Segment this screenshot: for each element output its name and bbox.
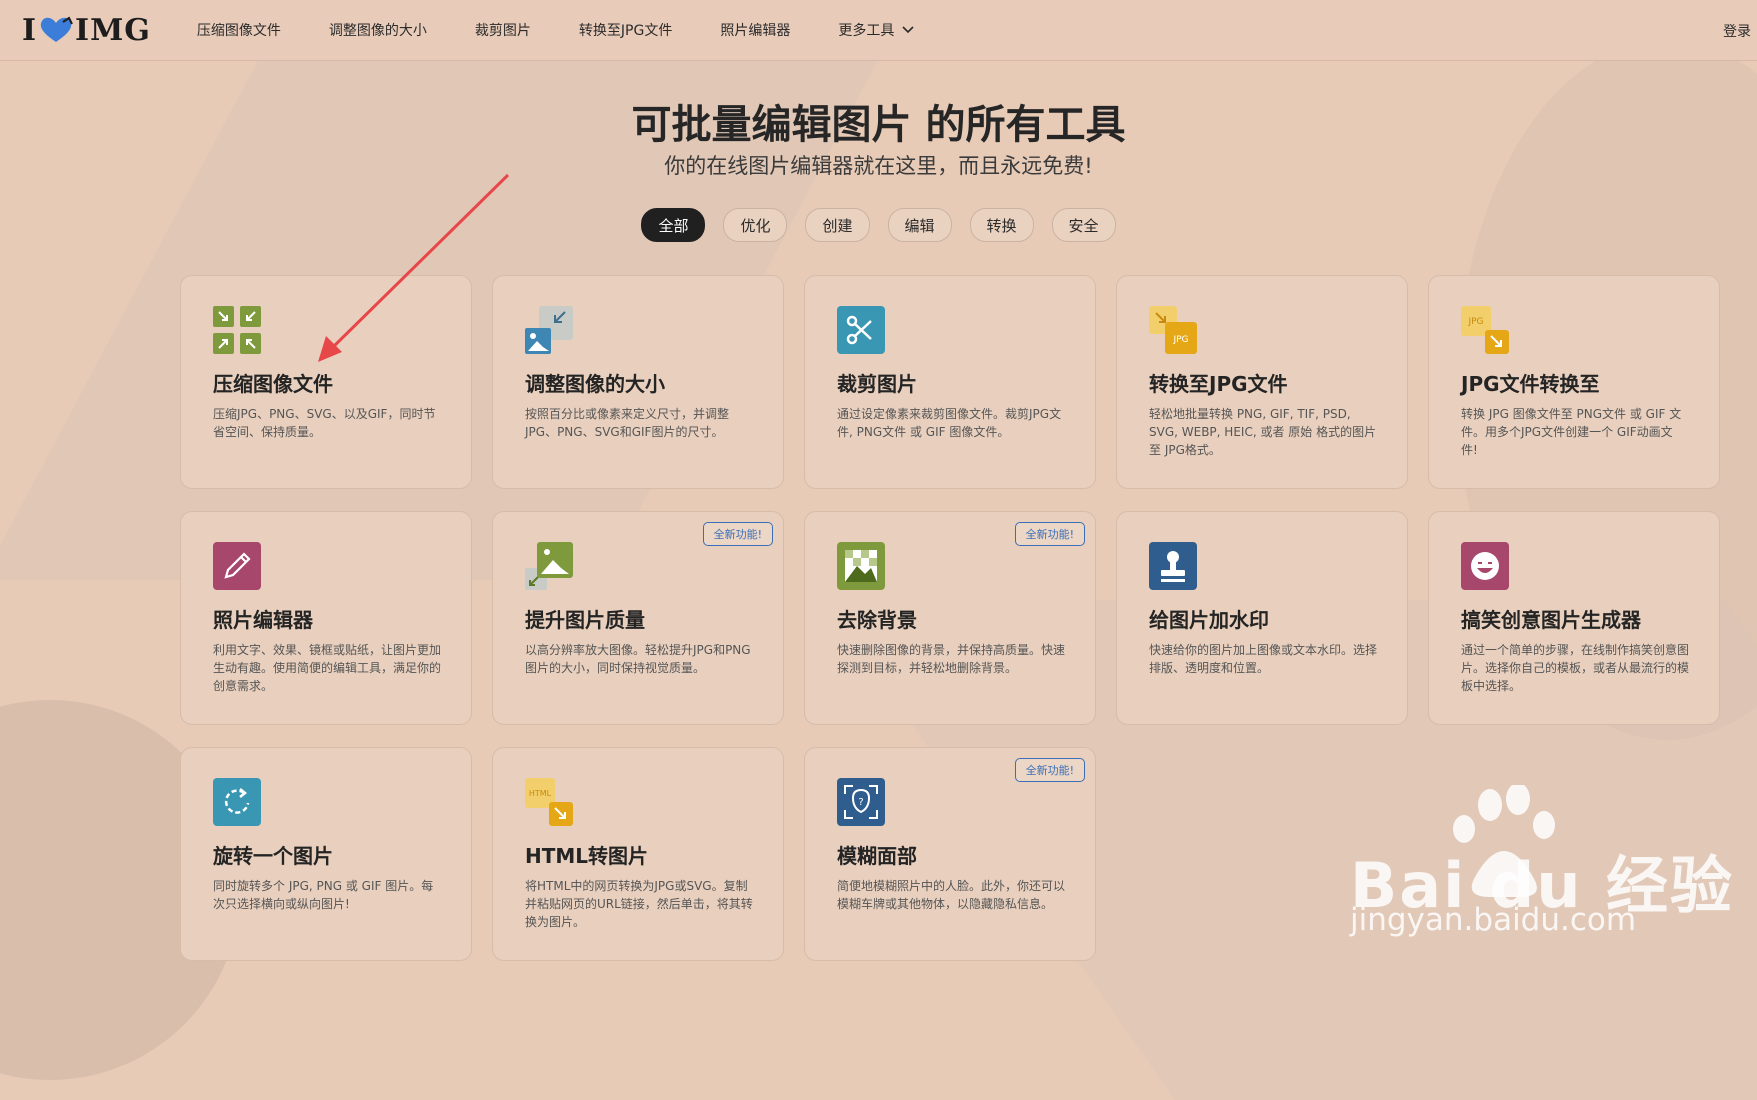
filter-convert[interactable]: 转换 [969, 208, 1034, 242]
tool-card-upscale[interactable]: 全新功能! 提升图片质量 以高分辨率放大图像。轻松提升JPG和PNG图片的大小，… [492, 511, 784, 725]
tool-title: 去除背景 [837, 608, 917, 632]
new-feature-badge: 全新功能! [1014, 758, 1085, 782]
upscale-icon [525, 542, 573, 590]
tool-card-html-to-image[interactable]: HTML HTML转图片 将HTML中的网页转换为JPG或SVG。复制并粘贴网页… [492, 747, 784, 961]
filter-create[interactable]: 创建 [805, 208, 870, 242]
tool-title: 给图片加水印 [1149, 608, 1269, 632]
filter-security[interactable]: 安全 [1051, 208, 1116, 242]
svg-text:?: ? [858, 797, 863, 808]
tool-description: 按照百分比或像素来定义尺寸，并调整JPG、PNG、SVG和GIF图片的尺寸。 [525, 407, 730, 439]
rotate-icon [213, 778, 261, 826]
login-link[interactable]: 登录 [1723, 21, 1751, 41]
tool-description: 快速给你的图片加上图像或文本水印。选择排版、透明度和位置。 [1149, 643, 1378, 675]
svg-text:HTML: HTML [529, 789, 552, 798]
nav-more-tools[interactable]: 更多工具 [838, 20, 914, 40]
tool-title: 提升图片质量 [525, 608, 645, 632]
tool-card-compress[interactable]: 压缩图像文件 压缩JPG、PNG、SVG、以及GIF，同时节省空间、保持质量。 [180, 275, 472, 489]
nav-convert-to-jpg[interactable]: 转换至JPG文件 [579, 20, 672, 40]
nav-compress[interactable]: 压缩图像文件 [197, 20, 281, 40]
meme-icon [1461, 542, 1509, 590]
new-feature-badge: 全新功能! [702, 522, 773, 546]
tool-description: 利用文字、效果、镜框或贴纸，让图片更加生动有趣。使用简便的编辑工具，满足你的创意… [213, 643, 442, 693]
tool-title: 模糊面部 [837, 844, 917, 868]
category-filters: 全部 优化 创建 编辑 转换 安全 [0, 208, 1757, 242]
tool-title: 调整图像的大小 [525, 372, 665, 396]
tool-card-crop[interactable]: 裁剪图片 通过设定像素来裁剪图像文件。裁剪JPG文件, PNG文件 或 GIF … [804, 275, 1096, 489]
svg-text:JPG: JPG [1467, 317, 1483, 327]
nav-more-tools-label: 更多工具 [838, 23, 895, 39]
tool-title: HTML转图片 [525, 844, 649, 868]
filter-all[interactable]: 全部 [641, 208, 706, 242]
logo-text-left: I [22, 12, 38, 48]
tool-description: 轻松地批量转换 PNG, GIF, TIF, PSD, SVG, WEBP, H… [1149, 407, 1377, 457]
tool-card-watermark[interactable]: 给图片加水印 快速给你的图片加上图像或文本水印。选择排版、透明度和位置。 [1116, 511, 1408, 725]
top-navbar: I IMG 压缩图像文件 调整图像的大小 裁剪图片 转换至JPG文件 照片编辑器… [0, 0, 1757, 61]
tool-card-meme[interactable]: 搞笑创意图片生成器 通过一个简单的步骤，在线制作搞笑创意图片。选择你自己的模板，… [1428, 511, 1720, 725]
convert-to-jpg-icon: JPG [1149, 306, 1197, 354]
tool-card-rotate[interactable]: 旋转一个图片 同时旋转多个 JPG, PNG 或 GIF 图片。每次只选择横向或… [180, 747, 472, 961]
tool-title: JPG文件转换至 [1461, 372, 1600, 396]
tool-card-blur-face[interactable]: 全新功能! ? 模糊面部 简便地模糊照片中的人脸。此外，你还可以模糊车牌或其他物… [804, 747, 1096, 961]
html-to-image-icon: HTML [525, 778, 573, 826]
tool-description: 将HTML中的网页转换为JPG或SVG。复制并粘贴网页的URL链接，然后单击，将… [525, 879, 753, 929]
tool-description: 压缩JPG、PNG、SVG、以及GIF，同时节省空间、保持质量。 [213, 407, 436, 439]
tool-title: 转换至JPG文件 [1149, 372, 1288, 396]
tool-title: 裁剪图片 [837, 372, 917, 396]
nav-crop[interactable]: 裁剪图片 [475, 20, 531, 40]
tool-description: 简便地模糊照片中的人脸。此外，你还可以模糊车牌或其他物体，以隐藏隐私信息。 [837, 879, 1066, 911]
nav-photo-editor[interactable]: 照片编辑器 [720, 20, 790, 40]
tool-description: 同时旋转多个 JPG, PNG 或 GIF 图片。每次只选择横向或纵向图片! [213, 879, 434, 911]
tool-description: 以高分辨率放大图像。轻松提升JPG和PNG图片的大小，同时保持视觉质量。 [525, 643, 751, 675]
heart-icon [40, 16, 73, 42]
svg-text:JPG: JPG [1172, 335, 1188, 345]
page-subtitle: 你的在线图片编辑器就在这里，而且永远免费! [664, 154, 1093, 178]
convert-from-jpg-icon: JPG [1461, 306, 1509, 354]
tool-description: 通过设定像素来裁剪图像文件。裁剪JPG文件, PNG文件 或 GIF 图像文件。 [837, 407, 1062, 439]
tool-description: 转换 JPG 图像文件至 PNG文件 或 GIF 文件。用多个JPG文件创建一个… [1461, 407, 1682, 457]
pencil-icon [213, 542, 261, 590]
blur-face-icon: ? [837, 778, 885, 826]
page-title: 可批量编辑图片 的所有工具 [631, 102, 1126, 148]
remove-background-icon [837, 542, 885, 590]
tool-title: 压缩图像文件 [213, 372, 333, 396]
chevron-down-icon [902, 26, 914, 34]
tool-description: 通过一个简单的步骤，在线制作搞笑创意图片。选择你自己的模板，或者从最流行的模板中… [1461, 643, 1690, 693]
nav-resize[interactable]: 调整图像的大小 [329, 20, 427, 40]
tool-title: 照片编辑器 [213, 608, 313, 632]
baidu-watermark-url: jingyan.baidu.com [1350, 902, 1637, 938]
resize-icon [525, 306, 573, 354]
main-nav: 压缩图像文件 调整图像的大小 裁剪图片 转换至JPG文件 照片编辑器 更多工具 [197, 20, 962, 40]
crop-icon [837, 306, 885, 354]
tool-card-resize[interactable]: 调整图像的大小 按照百分比或像素来定义尺寸，并调整JPG、PNG、SVG和GIF… [492, 275, 784, 489]
compress-icon [213, 306, 261, 354]
logo-text-right: IMG [75, 12, 151, 48]
tool-description: 快速删除图像的背景，并保持高质量。快速探测到目标，并轻松地删除背景。 [837, 643, 1066, 675]
filter-optimize[interactable]: 优化 [723, 208, 788, 242]
tool-title: 旋转一个图片 [213, 844, 333, 868]
tool-card-photo-editor[interactable]: 照片编辑器 利用文字、效果、镜框或贴纸，让图片更加生动有趣。使用简便的编辑工具，… [180, 511, 472, 725]
tool-card-remove-background[interactable]: 全新功能! 去除背景 快速删除图像的背景，并保持高质量。快速探测到目标，并轻松地… [804, 511, 1096, 725]
stamp-icon [1149, 542, 1197, 590]
tool-card-convert-from-jpg[interactable]: JPG JPG文件转换至 转换 JPG 图像文件至 PNG文件 或 GIF 文件… [1428, 275, 1720, 489]
new-feature-badge: 全新功能! [1014, 522, 1085, 546]
tool-title: 搞笑创意图片生成器 [1461, 608, 1641, 632]
filter-edit[interactable]: 编辑 [887, 208, 952, 242]
logo[interactable]: I IMG [22, 13, 151, 48]
tool-card-convert-to-jpg[interactable]: JPG 转换至JPG文件 轻松地批量转换 PNG, GIF, TIF, PSD,… [1116, 275, 1408, 489]
